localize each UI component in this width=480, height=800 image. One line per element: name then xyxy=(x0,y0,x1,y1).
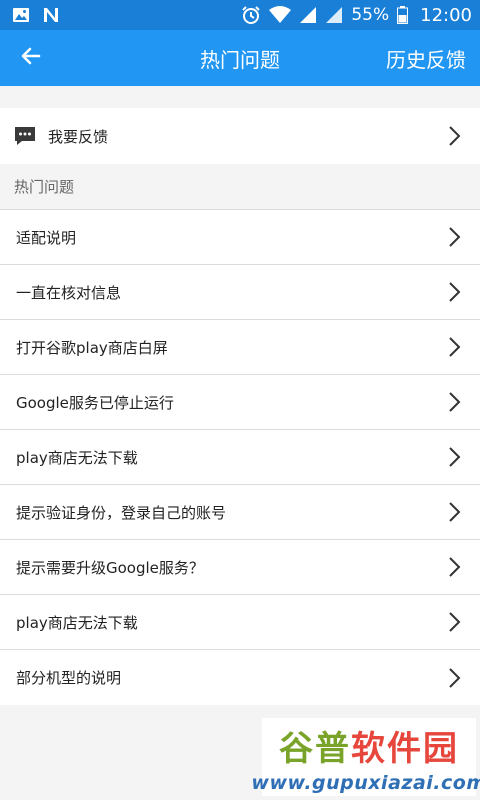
faq-item-label: 适配说明 xyxy=(16,228,77,247)
history-feedback-button[interactable]: 历史反馈 xyxy=(386,44,480,73)
message-icon xyxy=(14,124,38,148)
faq-item[interactable]: 部分机型的说明 xyxy=(0,650,480,705)
watermark-url: www.gupuxiazai.com xyxy=(251,771,480,794)
faq-item[interactable]: play商店无法下载 xyxy=(0,595,480,650)
watermark-title-part1: 谷普 xyxy=(279,728,351,769)
chevron-right-icon xyxy=(442,335,466,359)
alarm-icon xyxy=(241,5,261,25)
faq-item[interactable]: play商店无法下载 xyxy=(0,430,480,485)
chevron-right-icon xyxy=(442,124,466,148)
faq-item-label: 部分机型的说明 xyxy=(16,669,122,687)
signal-icon xyxy=(299,6,317,24)
faq-item-label: 打开谷歌play商店白屏 xyxy=(16,338,168,357)
watermark-title: 谷普 软件园 xyxy=(279,721,459,770)
faq-item[interactable]: 一直在核对信息 xyxy=(0,265,480,320)
chevron-right-icon xyxy=(442,610,466,634)
chevron-right-icon xyxy=(442,500,466,524)
feedback-label: 我要反馈 xyxy=(48,127,109,146)
clock: 12:00 xyxy=(420,4,472,26)
faq-item-label: play商店无法下载 xyxy=(16,613,138,632)
chevron-right-icon xyxy=(442,390,466,414)
signal-icon-2 xyxy=(325,6,343,24)
faq-item-label: play商店无法下载 xyxy=(16,448,138,467)
faq-item-label: 提示需要升级Google服务？ xyxy=(16,558,204,577)
faq-item-label: 提示验证身份，登录自己的账号 xyxy=(16,503,227,522)
chevron-right-icon xyxy=(442,555,466,579)
faq-item-label: Google服务已停止运行 xyxy=(16,393,174,412)
arrow-left-icon xyxy=(19,44,43,72)
watermark-logo: 谷普 软件园 www.gupuxiazai.com xyxy=(251,718,480,796)
faq-item[interactable]: 打开谷歌play商店白屏 xyxy=(0,320,480,375)
faq-item[interactable]: Google服务已停止运行 xyxy=(0,375,480,430)
back-button[interactable] xyxy=(0,30,62,86)
app-bar: 热门问题 历史反馈 xyxy=(0,30,480,86)
watermark-title-part2: 软件园 xyxy=(351,728,459,769)
chevron-right-icon xyxy=(442,225,466,249)
chevron-right-icon xyxy=(442,445,466,469)
faq-list: 适配说明一直在核对信息打开谷歌play商店白屏 Google服务已停止运行 play… xyxy=(0,210,480,705)
wifi-icon xyxy=(269,6,292,24)
battery-level: 55% xyxy=(351,5,390,25)
faq-item[interactable]: 提示验证身份，登录自己的账号 xyxy=(0,485,480,540)
top-spacer xyxy=(0,86,480,108)
image-icon xyxy=(12,7,30,23)
status-bar: 55% 12:00 xyxy=(0,0,480,30)
feedback-row[interactable]: 我要反馈 xyxy=(0,108,480,164)
faq-item[interactable]: 提示需要升级Google服务？ xyxy=(0,540,480,595)
chevron-right-icon xyxy=(442,666,466,690)
section-header: 热门问题 xyxy=(0,164,480,210)
battery-icon xyxy=(397,6,409,24)
faq-item[interactable]: 适配说明 xyxy=(0,210,480,265)
n-app-icon xyxy=(42,6,60,24)
faq-item-label: 一直在核对信息 xyxy=(16,283,122,302)
chevron-right-icon xyxy=(442,280,466,304)
